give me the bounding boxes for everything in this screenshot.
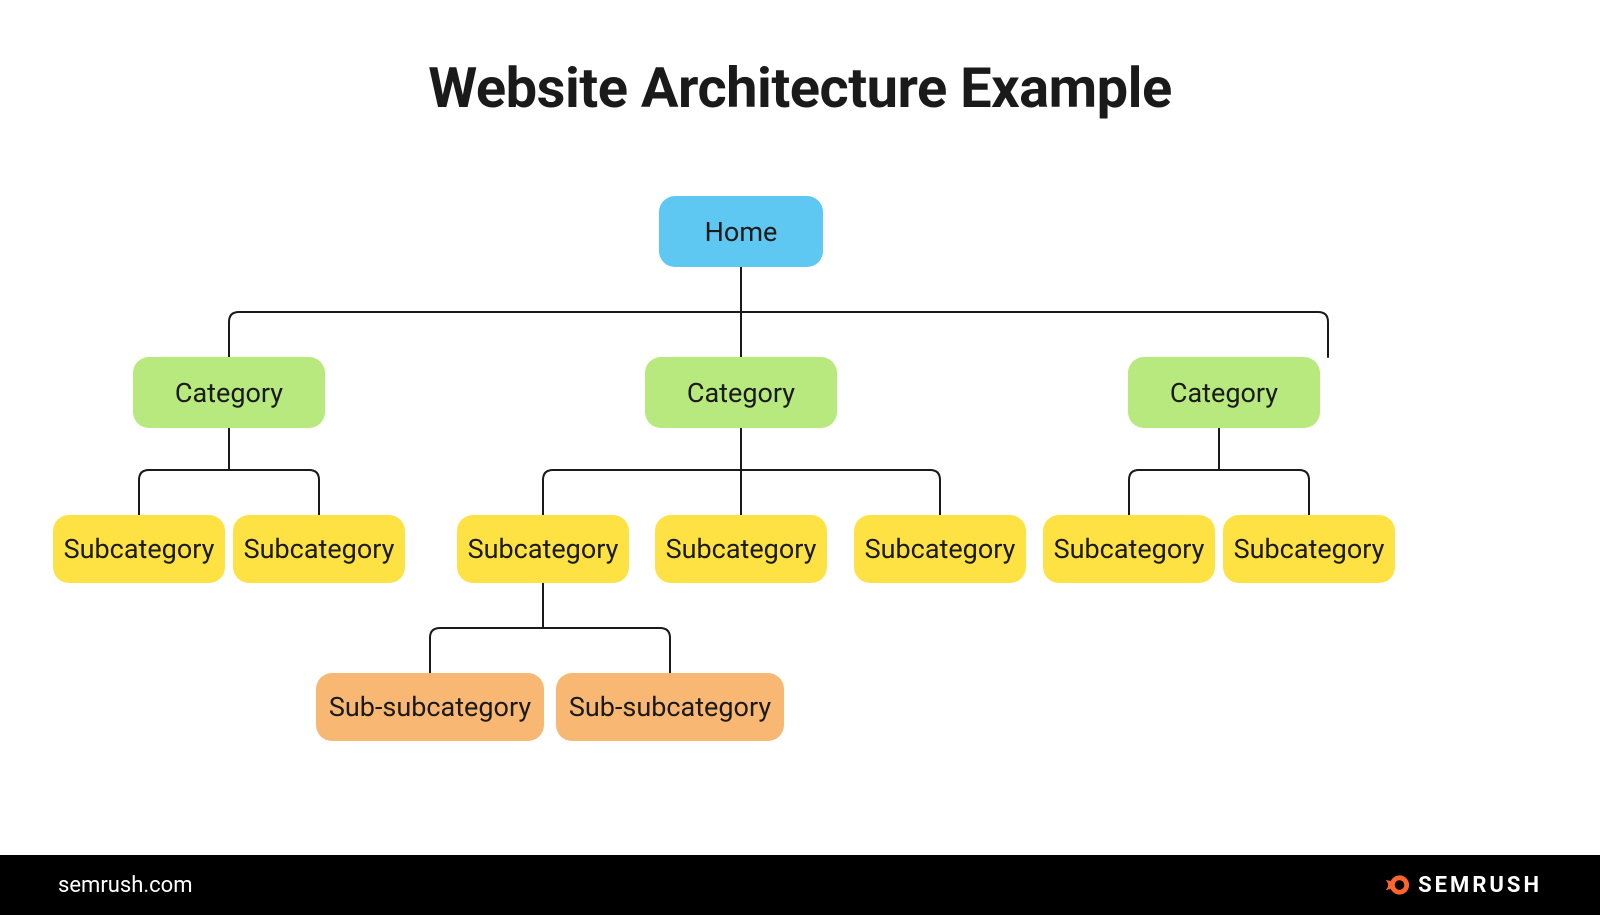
node-category-3: Category	[1128, 357, 1320, 428]
node-home: Home	[659, 196, 823, 267]
node-category-2: Category	[645, 357, 837, 428]
page-title: Website Architecture Example	[0, 55, 1600, 121]
node-subsubcategory-1: Sub-subcategory	[316, 673, 544, 741]
node-subsubcategory-2-label: Sub-subcategory	[569, 691, 771, 723]
flame-icon	[1382, 871, 1410, 899]
footer-brand-text: SEMRUSH	[1418, 873, 1542, 898]
node-subcategory-5-label: Subcategory	[865, 533, 1016, 565]
node-subcategory-4-label: Subcategory	[666, 533, 817, 565]
footer-brand: SEMRUSH	[1382, 871, 1542, 899]
node-subcategory-6-label: Subcategory	[1054, 533, 1205, 565]
node-category-1-label: Category	[175, 377, 283, 409]
node-subcategory-5: Subcategory	[854, 515, 1026, 583]
node-subcategory-4: Subcategory	[655, 515, 827, 583]
node-subcategory-7: Subcategory	[1223, 515, 1395, 583]
footer-site: semrush.com	[58, 873, 193, 898]
node-category-2-label: Category	[687, 377, 795, 409]
node-subcategory-3: Subcategory	[457, 515, 629, 583]
node-home-label: Home	[705, 216, 778, 248]
node-subsubcategory-1-label: Sub-subcategory	[329, 691, 531, 723]
node-subcategory-2-label: Subcategory	[244, 533, 395, 565]
node-subsubcategory-2: Sub-subcategory	[556, 673, 784, 741]
node-category-1: Category	[133, 357, 325, 428]
node-subcategory-3-label: Subcategory	[468, 533, 619, 565]
node-category-3-label: Category	[1170, 377, 1278, 409]
node-subcategory-1: Subcategory	[53, 515, 225, 583]
connectors	[0, 0, 1600, 915]
node-subcategory-1-label: Subcategory	[64, 533, 215, 565]
node-subcategory-2: Subcategory	[233, 515, 405, 583]
node-subcategory-7-label: Subcategory	[1234, 533, 1385, 565]
node-subcategory-6: Subcategory	[1043, 515, 1215, 583]
footer-bar: semrush.com SEMRUSH	[0, 855, 1600, 915]
diagram-canvas: Website Architecture Example	[0, 0, 1600, 915]
